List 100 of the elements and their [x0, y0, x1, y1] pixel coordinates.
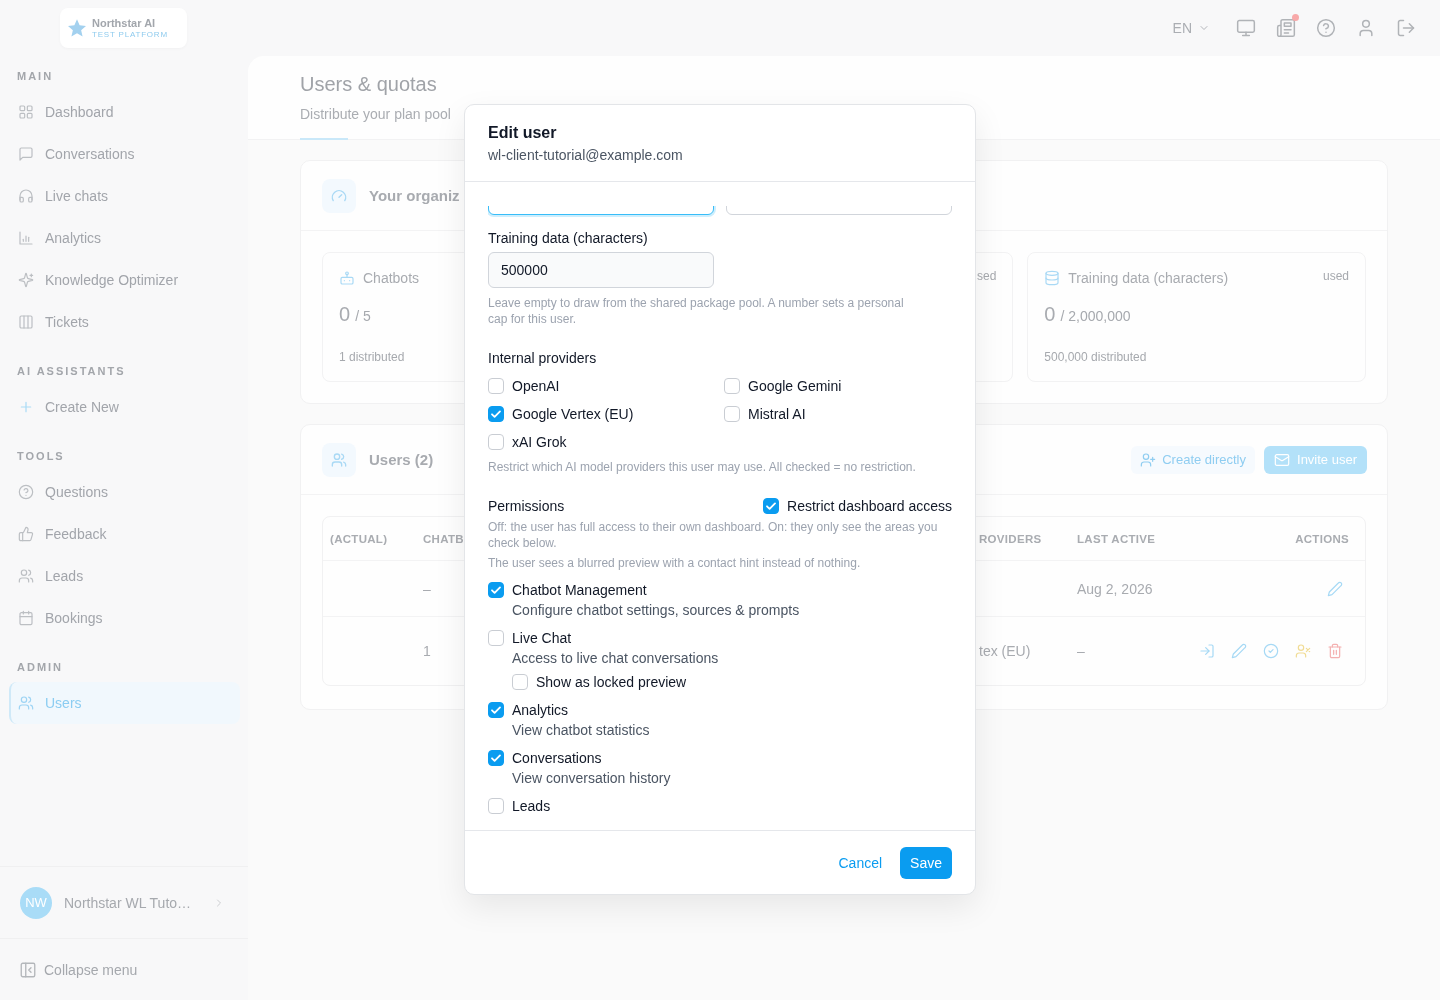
permission-description: Configure chatbot settings, sources & prompts	[512, 601, 800, 620]
column-header: (ACTUAL)	[330, 532, 388, 545]
card-title: Your organiz	[369, 187, 460, 204]
sidebar-item[interactable]: Create New	[9, 386, 240, 428]
checkbox[interactable]	[724, 378, 740, 394]
help-icon	[18, 484, 34, 500]
table-cell: Aug 2, 2026	[1077, 580, 1153, 597]
checkbox[interactable]	[763, 498, 780, 514]
help-text: The user sees a blurred preview with a contact hint instead of nothing.	[488, 555, 862, 571]
user-x-icon[interactable]	[1295, 643, 1311, 659]
column-header: ROVIDERS	[979, 532, 1042, 545]
headphones-icon	[18, 188, 34, 204]
grid-icon	[18, 104, 34, 120]
table-cell: tex (EU)	[979, 643, 1031, 659]
user-icon[interactable]	[1356, 18, 1376, 38]
language-selector[interactable]: EN	[1172, 20, 1210, 36]
help-icon[interactable]	[1316, 18, 1336, 38]
avatar[interactable]: NW	[20, 886, 52, 919]
sidebar-item[interactable]: Knowledge Optimizer	[9, 259, 240, 301]
users-icon	[18, 695, 34, 711]
sidebar-item[interactable]: Feedback	[9, 513, 240, 555]
checkbox[interactable]	[488, 702, 504, 718]
thumbs-up-icon	[18, 526, 34, 542]
section-label: MAIN	[17, 69, 54, 84]
stat-limit: / 5	[355, 308, 371, 324]
checkbox-label[interactable]: OpenAI	[512, 376, 560, 396]
sidebar-item[interactable]: Bookings	[9, 597, 240, 639]
help-text: Restrict which AI model providers this user may use. All checked = no restriction.	[488, 459, 917, 475]
logout-icon[interactable]	[1396, 18, 1416, 38]
create-user-button[interactable]: Create directly	[1131, 445, 1255, 474]
checkbox[interactable]	[488, 434, 504, 450]
account-name[interactable]: Northstar WL Tuto…	[64, 894, 192, 911]
pencil-icon[interactable]	[1327, 580, 1343, 597]
users-icon	[322, 442, 356, 477]
mail-icon	[1274, 451, 1290, 468]
stat-note: 500,000 distributed	[1044, 349, 1147, 365]
newspaper-icon[interactable]	[1276, 18, 1296, 38]
permission-description: View chatbot statistics	[512, 721, 650, 740]
star-icon	[68, 19, 86, 37]
pencil-icon[interactable]	[1231, 643, 1247, 659]
stat-value: 0	[1044, 302, 1056, 327]
sidebar-item[interactable]: Live chats	[9, 175, 240, 217]
column-header: CHATB	[423, 532, 464, 545]
checkbox-label[interactable]: xAI Grok	[512, 432, 567, 452]
checkbox[interactable]	[488, 798, 504, 814]
checkbox[interactable]	[488, 406, 504, 422]
stat-value: 0	[339, 302, 351, 327]
checkbox-label[interactable]: Show as locked preview	[536, 672, 687, 692]
bar-chart-icon	[18, 230, 34, 246]
checkbox[interactable]	[512, 674, 528, 690]
stat-used-label: sed	[976, 268, 997, 284]
cancel-button[interactable]: Cancel	[838, 855, 883, 871]
table-cell: –	[1077, 643, 1085, 659]
calendar-icon	[18, 610, 34, 626]
sidebar-item[interactable]: Users	[9, 682, 240, 724]
check-circle-icon[interactable]	[1263, 643, 1279, 659]
section-label: TOOLS	[17, 449, 65, 464]
checkbox-label[interactable]: Live Chat	[512, 628, 572, 648]
table-cell: 1	[423, 643, 431, 659]
checkbox[interactable]	[724, 406, 740, 422]
gauge-icon	[322, 178, 356, 213]
checkbox[interactable]	[488, 378, 504, 394]
card-title: Users (2)	[369, 451, 434, 468]
checkbox[interactable]	[488, 630, 504, 646]
checkbox-label[interactable]: Restrict dashboard access	[787, 496, 952, 516]
input-field[interactable]: 500000	[488, 252, 714, 288]
checkbox-label[interactable]: Mistral AI	[748, 404, 806, 424]
checkbox-label[interactable]: Analytics	[512, 700, 569, 720]
sidebar-item[interactable]: Leads	[9, 555, 240, 597]
save-button[interactable]: Save	[900, 847, 952, 879]
sidebar-item[interactable]: Questions	[9, 471, 240, 513]
checkbox-label[interactable]: Conversations	[512, 748, 602, 768]
logo-tagline: TEST PLATFORM	[92, 29, 168, 40]
checkbox[interactable]	[488, 750, 504, 766]
checkbox-label[interactable]: Leads	[512, 796, 551, 816]
user-email: wl-client-tutorial@example.com	[488, 146, 683, 165]
sidebar-item[interactable]: Analytics	[9, 217, 240, 259]
help-text: Leave empty to draw from the shared package pool. A number sets a personal cap for this user.	[488, 295, 905, 327]
stat-title: Chatbots	[363, 269, 420, 288]
section-label: Internal providers	[488, 349, 597, 368]
sidebar-item[interactable]: Dashboard	[9, 91, 240, 133]
sidebar-item[interactable]: Tickets	[9, 301, 240, 343]
checkbox[interactable]	[488, 582, 504, 598]
checkbox-label[interactable]: Google Gemini	[748, 376, 842, 396]
invite-user-button[interactable]: Invite user	[1264, 445, 1367, 474]
monitor-icon[interactable]	[1236, 18, 1256, 38]
bot-icon	[339, 270, 355, 286]
sidebar-item[interactable]: Conversations	[9, 133, 240, 175]
chat-bubble-icon	[18, 146, 34, 162]
section-label: ADMIN	[17, 660, 64, 675]
login-arrow-icon[interactable]	[1199, 643, 1215, 659]
database-icon	[1044, 270, 1061, 286]
checkbox-label[interactable]: Chatbot Management	[512, 580, 647, 600]
trash-icon[interactable]	[1327, 643, 1343, 659]
field-label: Training data (characters)	[488, 229, 648, 248]
stat-limit: / 2,000,000	[1060, 308, 1131, 324]
page-subtitle: Distribute your plan pool	[300, 105, 451, 124]
table-cell: –	[423, 580, 431, 597]
checkbox-label[interactable]: Google Vertex (EU)	[512, 404, 634, 424]
section-label: AI ASSISTANTS	[17, 364, 126, 379]
